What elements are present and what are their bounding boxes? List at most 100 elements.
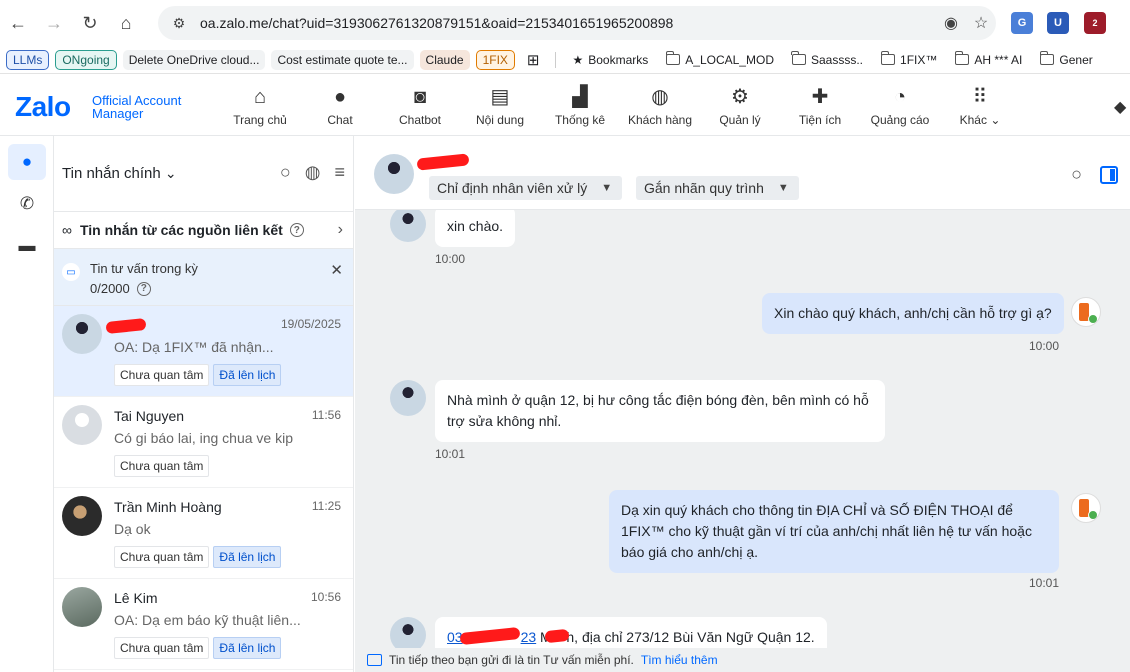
chat-panel: Chỉ định nhân viên xử lý ▼ Gắn nhãn quy t… [355,136,1130,672]
linked-sources-row[interactable]: ∞ Tin nhắn từ các nguồn liên kết ? › [54,211,353,249]
shield-extension-icon[interactable]: 2 [1084,12,1106,34]
sender-avatar [390,206,426,242]
message-rest: h, địa chỉ 273/12 Bùi Văn Ngữ Quận 12. [566,629,815,645]
bell-icon[interactable]: ◆ [1114,97,1126,117]
help-icon[interactable]: ? [136,281,151,296]
filter-icon[interactable]: ≡ [334,162,345,183]
nav-home[interactable]: ⌂ Trang chủ [220,85,300,127]
rail-messages-icon[interactable]: ● [8,144,46,180]
conversation-time: 11:25 [311,499,341,513]
nav-manage[interactable]: ⚙ Quản lý [700,85,780,127]
tag-scheduled[interactable]: Đã lên lịch [213,364,282,386]
bookmark-divider [555,51,557,68]
megaphone-icon: ◔ [893,86,907,108]
list-header: Tin nhắn chính ⌄ ○ ◍ ≡ [54,136,353,211]
inbox-selector[interactable]: Tin nhắn chính ⌄ [62,165,177,182]
translate-extension-icon[interactable]: G [1011,12,1033,34]
learn-more-link[interactable]: Tìm hiểu thêm [641,653,718,667]
inbox-title: Tin nhắn chính [62,165,161,182]
close-icon[interactable]: ✕ [330,261,343,279]
search-icon[interactable]: ○ [1071,164,1082,185]
bookmark-bookmarks[interactable]: ★ Bookmarks [566,53,654,67]
tag-not-interested[interactable]: Chưa quan tâm [114,364,210,386]
apps-grid-icon[interactable]: ⊞ [521,51,546,69]
nav-other-label: Khác [959,113,987,127]
bookmark-folder-saas[interactable]: Saassss.. [786,51,869,67]
forward-arrow-icon[interactable]: → [36,5,72,41]
gear-icon: ⚙ [731,86,749,108]
bookmark-chip-cost[interactable]: Cost estimate quote te... [271,49,414,70]
side-panel-icon[interactable] [1100,165,1118,184]
assign-staff-dropdown[interactable]: Chỉ định nhân viên xử lý ▼ [429,176,623,200]
bitwarden-extension-icon[interactable]: U [1047,12,1069,34]
nav-chatbot[interactable]: ◙ Chatbot [380,85,460,127]
rail-notes-icon[interactable]: ▬ [8,228,46,264]
star-icon[interactable]: ☆ [966,13,996,33]
bookmark-chip-llms[interactable]: LLMs [6,49,50,70]
bookmark-chip-1fix[interactable]: 1FIX [475,49,515,70]
message-time: 10:01 [435,447,466,461]
oam-subtitle: Official Account Manager [92,94,181,120]
star-filled-icon: ★ [572,52,584,67]
tag-list: Chưa quan tâm Đã lên lịch [114,546,282,568]
bookmark-chip-claude[interactable]: Claude [419,49,470,70]
contact-avatar[interactable] [374,154,414,194]
rail-call-icon[interactable]: ✆ [8,186,46,222]
nav-customers[interactable]: ◍ Khách hàng [620,85,700,127]
reload-icon[interactable]: ↻ [72,5,108,41]
bookmark-folder-local[interactable]: A_LOCAL_MOD [660,51,780,67]
conversation-item[interactable]: Tai Nguyen 11:56 Có gi báo lai, ing chua… [54,397,353,488]
message-bubble-in: xin chào. [435,206,516,247]
chevron-down-icon: ▼ [601,182,613,194]
tag-list: Chưa quan tâm Đã lên lịch [114,364,282,386]
nav-label: Chatbot [398,113,442,127]
nav-label: Nội dung [475,113,525,127]
assign-users-icon[interactable]: ◍ [305,162,321,183]
url-text[interactable]: oa.zalo.me/chat?uid=3193062761320879151&… [200,15,936,31]
nav-chat[interactable]: ● Chat [300,85,380,127]
conversation-item[interactable]: Lê Kim 10:56 OA: Dạ em báo kỹ thuật liên… [54,579,353,670]
back-arrow-icon[interactable]: ← [0,5,36,41]
eye-icon[interactable]: ◉ [936,13,966,33]
tag-scheduled[interactable]: Đã lên lịch [213,637,282,659]
consult-footer: Tin tiếp theo bạn gửi đi là tin Tư vấn m… [355,648,1130,672]
tag-not-interested[interactable]: Chưa quan tâm [114,637,210,659]
tag-scheduled[interactable]: Đã lên lịch [213,546,282,568]
consult-count: 0/2000 [90,281,130,296]
bookmark-chip-ongoing[interactable]: ONgoing [55,49,117,70]
address-bar[interactable]: ⚙ oa.zalo.me/chat?uid=319306276132087915… [158,6,996,40]
chat-header-tools: ○ [1071,164,1118,185]
nav-utilities[interactable]: ✚ Tiện ích [780,85,860,127]
chat-icon: ● [333,86,347,108]
nav-stats[interactable]: ▟ Thống kê [540,85,620,127]
footer-text: Tin tiếp theo bạn gửi đi là tin Tư vấn m… [389,653,634,667]
tag-list: Chưa quan tâm [114,455,210,477]
tag-not-interested[interactable]: Chưa quan tâm [114,546,210,568]
conversation-time: 10:56 [310,590,341,604]
nav-other[interactable]: ⠿ Khác ⌄ [940,85,1020,127]
bookmark-label: A_LOCAL_MOD [685,52,774,67]
nav-content[interactable]: ▤ Nội dung [460,85,540,127]
process-label-dropdown[interactable]: Gắn nhãn quy trình ▼ [636,176,799,200]
bookmark-folder-gener[interactable]: Gener [1034,51,1098,67]
message-bubble-out: Xin chào quý khách, anh/chị cần hỗ trợ g… [762,293,1064,334]
help-icon[interactable]: ? [289,223,304,237]
avatar [62,405,102,445]
conversation-item[interactable]: 19/05/2025 OA: Dạ 1FIX™ đã nhận... Chưa … [54,306,353,397]
redaction-scribble [416,153,470,171]
avatar [62,314,102,354]
message-time: 10:00 [1029,339,1060,353]
bookmark-folder-1fix[interactable]: 1FIX™ [875,51,943,67]
bookmark-chip-onedrive[interactable]: Delete OneDrive cloud... [122,49,266,70]
home-browser-icon[interactable]: ⌂ [108,5,144,41]
search-icon[interactable]: ○ [280,162,291,183]
nav-label: Quảng cáo [870,113,930,127]
nav-ads[interactable]: ◔ Quảng cáo [860,85,940,127]
tag-not-interested[interactable]: Chưa quan tâm [114,455,210,477]
site-settings-icon[interactable]: ⚙ [164,15,194,32]
conversation-item[interactable]: Trần Minh Hoàng 11:25 Dạ ok Chưa quan tâ… [54,488,353,579]
zalo-logo[interactable]: Zalo [15,91,71,123]
bookmark-label: Gener [1059,52,1093,67]
bookmark-folder-ai[interactable]: AH *** AI [949,51,1028,67]
message-icon: ▭ [62,263,80,281]
